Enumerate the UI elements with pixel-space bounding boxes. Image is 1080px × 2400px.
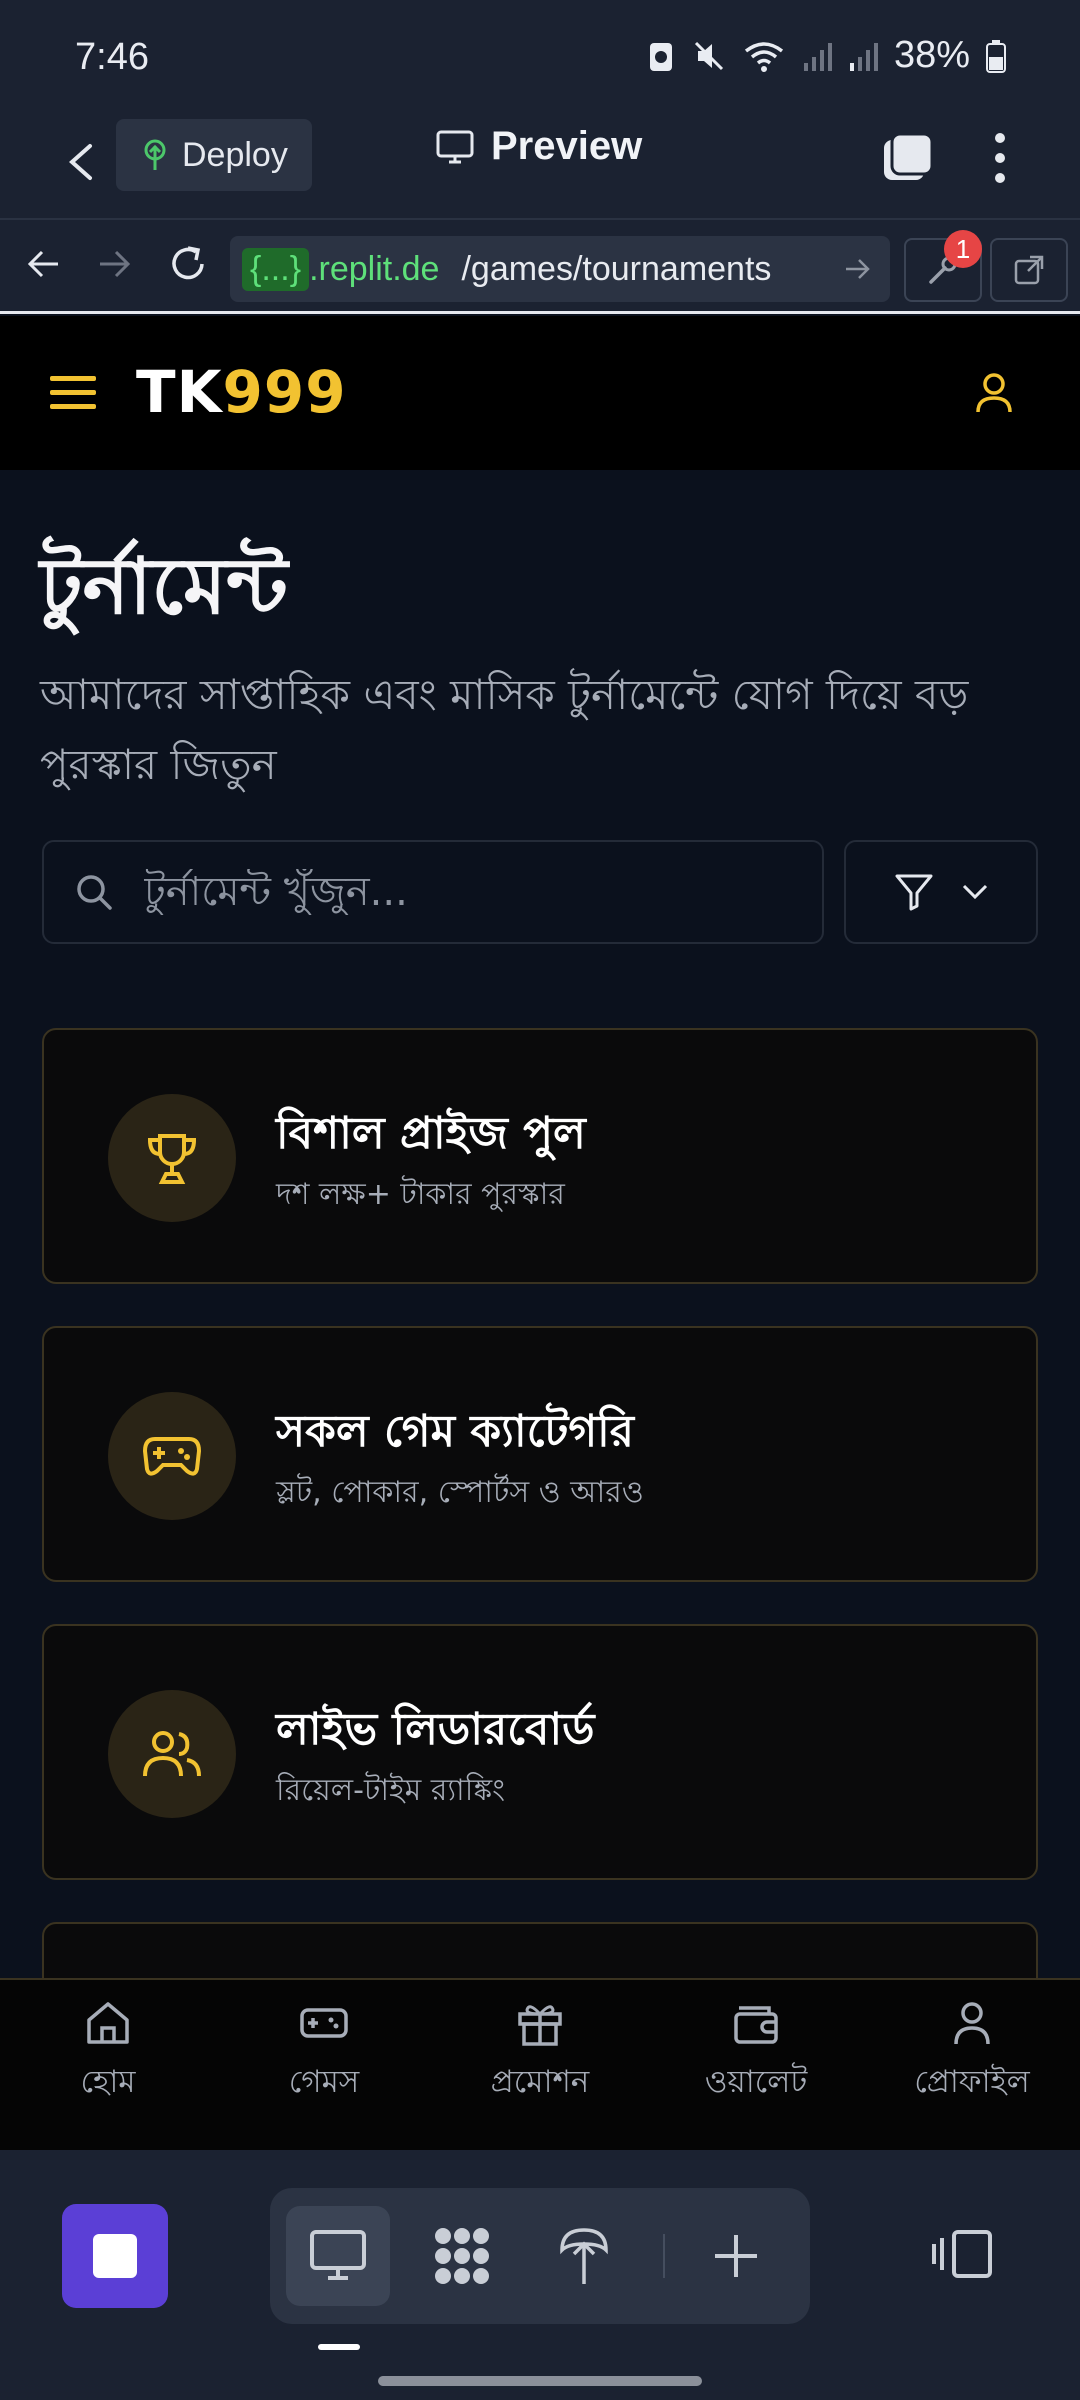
preview-tool-button[interactable] <box>286 2206 390 2306</box>
url-host: .replit.de <box>309 249 440 288</box>
logo-text-1: TK <box>136 358 223 426</box>
home-icon <box>87 2002 129 2044</box>
url-field[interactable]: {...} .replit.de /games/tournaments <box>230 236 890 302</box>
wifi-icon <box>744 41 784 72</box>
nav-back-icon[interactable] <box>22 242 66 286</box>
feature-card-partial[interactable] <box>42 1922 1038 1978</box>
nav-forward-icon[interactable] <box>92 242 136 286</box>
stop-button[interactable] <box>62 2204 168 2308</box>
nav-games-label: গেমস <box>288 2064 360 2100</box>
signal-icon-2 <box>849 42 878 71</box>
status-icons: 38% <box>646 34 1006 77</box>
gift-icon <box>518 2005 562 2046</box>
deploy-label: Deploy <box>182 135 288 174</box>
users-icon <box>143 1731 201 1777</box>
open-external-button[interactable] <box>990 238 1068 302</box>
agent-tool-button[interactable] <box>410 2206 514 2306</box>
nav-promotions[interactable]: প্রমোশন <box>432 1998 648 2110</box>
bottom-nav: হোম গেমস প্রমোশন ওয়ালেট প্রোফাইল <box>0 1978 1080 2150</box>
deploy-tool-button[interactable] <box>532 2206 636 2306</box>
nav-wallet[interactable]: ওয়ালেট <box>648 1998 864 2110</box>
tool-group <box>270 2188 810 2324</box>
replit-header: Deploy Preview <box>0 112 1080 218</box>
monitor-icon <box>436 130 474 163</box>
monitor-icon <box>310 2230 366 2280</box>
battery-saver-icon <box>649 42 672 71</box>
preview-label: Preview <box>491 124 643 168</box>
external-link-icon <box>1014 255 1044 285</box>
toolbar-divider <box>663 2234 665 2278</box>
deploy-icon <box>560 2228 608 2284</box>
main-content: টুর্নামেন্ট আমাদের সাপ্তাহিক এবং মাসিক ট… <box>0 470 1080 1978</box>
url-brace: {...} <box>242 247 310 291</box>
site-logo[interactable]: TK999 <box>136 358 347 426</box>
url-path: /games/tournaments <box>461 249 772 288</box>
notification-badge: 1 <box>944 230 982 268</box>
gamepad-icon <box>142 1437 202 1476</box>
menu-icon[interactable] <box>48 370 98 414</box>
nav-promotions-label: প্রমোশন <box>490 2064 590 2100</box>
nav-games[interactable]: গেমস <box>216 1998 432 2110</box>
url-bar-row: {...} .replit.de /games/tournaments <box>0 218 1080 314</box>
feature-desc: দশ লক্ষ+ টাকার পুরস্কার <box>276 1177 565 1212</box>
feature-desc: স্লট, পোকার, স্পোর্টস ও আরও <box>276 1475 644 1510</box>
chevron-down-icon <box>962 884 988 900</box>
feature-title: বিশাল প্রাইজ পুল <box>276 1108 586 1159</box>
nav-home-label: হোম <box>80 2064 136 2100</box>
feature-desc: রিয়েল-টাইম র‍্যাঙ্কিং <box>276 1773 505 1808</box>
mute-icon <box>694 41 723 70</box>
feature-title: লাইভ লিডারবোর্ড <box>276 1704 595 1755</box>
active-tab-indicator <box>318 2344 360 2350</box>
user-icon <box>954 2002 990 2045</box>
signal-icon <box>803 42 832 71</box>
site-header: TK999 <box>0 316 1080 470</box>
feature-card-leaderboard[interactable]: লাইভ লিডারবোর্ড রিয়েল-টাইম র‍্যাঙ্কিং <box>42 1624 1038 1880</box>
logo-text-2: 999 <box>222 358 347 426</box>
feature-icon-circle <box>108 1690 236 1818</box>
page-subtitle: আমাদের সাপ্তাহিক এবং মাসিক টুর্নামেন্টে … <box>40 670 969 789</box>
add-tool-button[interactable] <box>684 2206 788 2306</box>
search-input[interactable] <box>144 869 784 915</box>
filter-dropdown[interactable] <box>844 840 1038 944</box>
home-indicator[interactable] <box>378 2376 702 2386</box>
replit-toolbar <box>0 2150 1080 2400</box>
deploy-icon <box>144 139 166 170</box>
deploy-button[interactable]: Deploy <box>116 119 312 191</box>
tabs-icon[interactable] <box>880 130 936 186</box>
back-icon[interactable] <box>52 132 112 192</box>
feature-icon-circle <box>108 1094 236 1222</box>
nav-home[interactable]: হোম <box>0 1998 216 2110</box>
filter-icon <box>895 874 933 911</box>
preview-title: Preview <box>435 124 642 169</box>
search-box[interactable] <box>42 840 824 944</box>
feature-title: সকল গেম ক্যাটেগরি <box>276 1406 634 1457</box>
user-icon[interactable] <box>972 370 1016 416</box>
battery-icon <box>986 39 1006 73</box>
gamepad-icon <box>300 2008 348 2038</box>
trophy-icon <box>147 1134 197 1184</box>
feature-icon-circle <box>108 1392 236 1520</box>
search-icon <box>77 875 112 910</box>
replit-agent-icon <box>435 2228 489 2284</box>
nav-profile-label: প্রোফাইল <box>914 2064 1030 2100</box>
page-title: টুর্নামেন্ট <box>40 542 288 632</box>
feature-card-categories[interactable]: সকল গেম ক্যাটেগরি স্লট, পোকার, স্পোর্টস … <box>42 1326 1038 1582</box>
plus-icon <box>715 2235 757 2277</box>
wallet-icon <box>734 2006 778 2044</box>
stop-icon <box>93 2234 137 2278</box>
go-arrow-icon[interactable] <box>842 252 872 286</box>
feature-card-prize[interactable]: বিশাল প্রাইজ পুল দশ লক্ষ+ টাকার পুরস্কার <box>42 1028 1038 1284</box>
nav-wallet-label: ওয়ালেট <box>704 2064 808 2100</box>
status-time: 7:46 <box>75 36 149 78</box>
battery-percent: 38% <box>893 34 970 76</box>
nav-profile[interactable]: প্রোফাইল <box>864 1998 1080 2110</box>
sidebar-toggle-icon[interactable] <box>930 2226 996 2282</box>
reload-icon[interactable] <box>166 242 210 286</box>
more-options-icon[interactable] <box>984 128 1016 188</box>
status-bar: 7:46 38% <box>0 0 1080 112</box>
